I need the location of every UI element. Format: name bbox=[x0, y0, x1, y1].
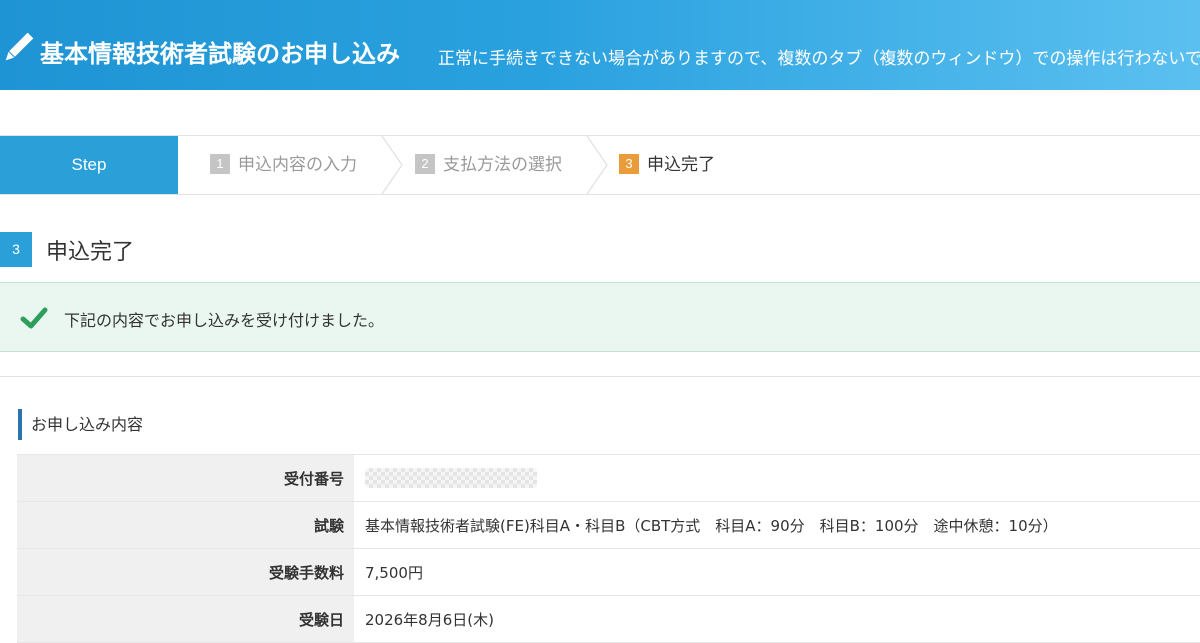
step-number: 2 bbox=[415, 154, 435, 174]
row-value bbox=[354, 454, 1200, 502]
step-label-text: 支払方法の選択 bbox=[443, 155, 562, 175]
step-3: 3 申込完了 bbox=[619, 136, 715, 194]
masked-receipt-number bbox=[365, 468, 537, 488]
row-label: 試験 bbox=[17, 501, 354, 549]
section-number-badge: 3 bbox=[0, 232, 32, 267]
row-value: 7,500円 bbox=[354, 548, 1200, 596]
table-row: 受験日 2026年8月6日(木) bbox=[17, 595, 1200, 643]
details-table: 受付番号 試験 基本情報技術者試験(FE)科目A・科目B（CBT方式 科目A：9… bbox=[17, 454, 1200, 643]
header-notice: 正常に手続きできない場合がありますので、複数のタブ（複数のウィンドウ）での操作は… bbox=[438, 49, 1200, 69]
table-row: 受験手数料 7,500円 bbox=[17, 548, 1200, 596]
chevron-right-icon bbox=[586, 136, 608, 194]
details-title: お申し込み内容 bbox=[18, 409, 143, 440]
chevron-right-icon bbox=[381, 136, 403, 194]
step-label-text: 申込完了 bbox=[647, 155, 715, 175]
row-value: 2026年8月6日(木) bbox=[354, 595, 1200, 643]
page-title: 基本情報技術者試験のお申し込み bbox=[40, 40, 400, 68]
checkmark-icon bbox=[20, 307, 48, 329]
table-row: 受付番号 bbox=[17, 454, 1200, 502]
row-value: 基本情報技術者試験(FE)科目A・科目B（CBT方式 科目A：90分 科目B：1… bbox=[354, 501, 1200, 549]
page-header: 基本情報技術者試験のお申し込み 正常に手続きできない場合がありますので、複数のタ… bbox=[0, 0, 1200, 90]
row-label: 受験日 bbox=[17, 595, 354, 643]
success-alert: 下記の内容でお申し込みを受け付けました。 bbox=[0, 282, 1200, 352]
divider bbox=[0, 376, 1200, 377]
step-number: 3 bbox=[619, 154, 639, 174]
row-label: 受付番号 bbox=[17, 454, 354, 502]
pencil-icon bbox=[5, 32, 34, 61]
step-indicator: Step 1 申込内容の入力 2 支払方法の選択 3 申込完了 bbox=[0, 135, 1200, 195]
table-row: 試験 基本情報技術者試験(FE)科目A・科目B（CBT方式 科目A：90分 科目… bbox=[17, 501, 1200, 549]
step-label: Step bbox=[0, 136, 178, 194]
section-title: 申込完了 bbox=[46, 240, 135, 265]
step-label-text: 申込内容の入力 bbox=[238, 155, 357, 175]
step-1: 1 申込内容の入力 bbox=[210, 136, 357, 194]
step-number: 1 bbox=[210, 154, 230, 174]
alert-message: 下記の内容でお申し込みを受け付けました。 bbox=[64, 311, 385, 330]
row-label: 受験手数料 bbox=[17, 548, 354, 596]
step-2: 2 支払方法の選択 bbox=[415, 136, 562, 194]
